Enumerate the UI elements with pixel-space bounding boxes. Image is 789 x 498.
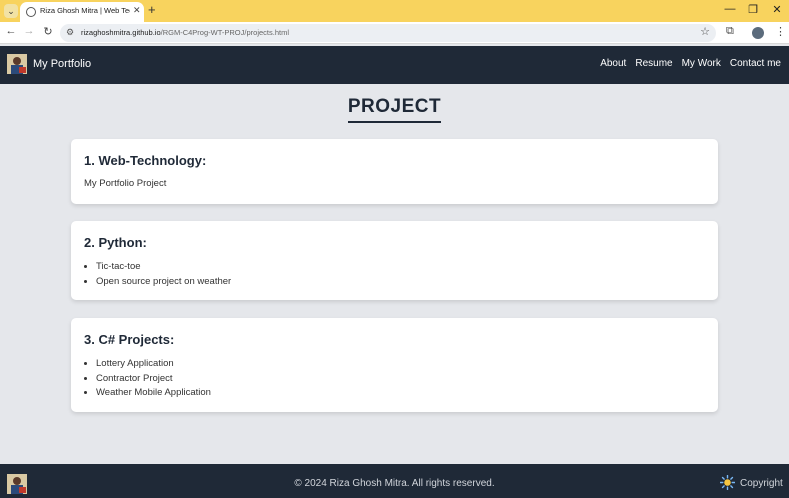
page-title: PROJECT bbox=[347, 96, 442, 123]
profile-avatar-icon[interactable] bbox=[752, 27, 764, 39]
reload-icon[interactable]: ↻ bbox=[41, 25, 55, 38]
list-item: Lottery Application bbox=[96, 357, 705, 372]
site-info-icon[interactable]: ⚙ bbox=[66, 27, 74, 38]
copyright-link[interactable]: Copyright bbox=[740, 478, 783, 489]
tab-title: Riza Ghosh Mitra | Web Tech | C bbox=[40, 6, 130, 15]
minimize-icon[interactable]: — bbox=[723, 3, 737, 15]
tab-close-icon[interactable]: ✕ bbox=[133, 5, 141, 16]
brand-title[interactable]: My Portfolio bbox=[33, 58, 91, 70]
footer-copyright-text: © 2024 Riza Ghosh Mitra. All rights rese… bbox=[294, 478, 495, 489]
list-item: Contractor Project bbox=[96, 372, 705, 387]
nav-my-work[interactable]: My Work bbox=[682, 58, 721, 69]
back-icon[interactable]: ← bbox=[4, 25, 18, 37]
card-heading: 2. Python: bbox=[84, 235, 147, 250]
globe-icon bbox=[26, 7, 36, 17]
browser-tab-bar: ⌄ Riza Ghosh Mitra | Web Tech | C ✕ + — … bbox=[0, 0, 789, 22]
page-title-wrap: PROJECT bbox=[0, 96, 789, 123]
url-field[interactable]: ⚙ rizaghoshmitra.github.io/RGM-C4Prog-WT… bbox=[60, 24, 716, 42]
project-card-web: 1. Web-Technology: My Portfolio Project bbox=[71, 139, 718, 204]
window-close-icon[interactable]: ✕ bbox=[770, 3, 784, 16]
nav-resume[interactable]: Resume bbox=[635, 58, 672, 69]
list-item: Open source project on weather bbox=[96, 275, 705, 290]
logo-icon[interactable] bbox=[7, 54, 27, 74]
card-heading: 3. C# Projects: bbox=[84, 332, 175, 347]
nav-links: About Resume My Work Contact me bbox=[600, 58, 781, 69]
list-item: Tic-tac-toe bbox=[96, 260, 705, 275]
card-text: My Portfolio Project bbox=[84, 178, 167, 189]
list-item: Weather Mobile Application bbox=[96, 386, 705, 401]
extensions-icon[interactable]: ⧉ bbox=[726, 25, 734, 38]
url-text: rizaghoshmitra.github.io/RGM-C4Prog-WT-P… bbox=[81, 28, 289, 37]
browser-tab[interactable]: Riza Ghosh Mitra | Web Tech | C ✕ bbox=[20, 2, 144, 22]
project-list: Lottery Application Contractor Project W… bbox=[84, 357, 705, 401]
sun-icon bbox=[720, 475, 735, 490]
project-list: Tic-tac-toe Open source project on weath… bbox=[84, 260, 705, 289]
address-bar-row: ← → ↻ ⚙ rizaghoshmitra.github.io/RGM-C4P… bbox=[0, 22, 789, 44]
restore-icon[interactable]: ❐ bbox=[746, 3, 760, 16]
project-card-csharp: 3. C# Projects: Lottery Application Cont… bbox=[71, 318, 718, 412]
nav-contact[interactable]: Contact me bbox=[730, 58, 781, 69]
browser-menu-icon[interactable]: ⋮ bbox=[775, 25, 786, 38]
card-heading: 1. Web-Technology: bbox=[84, 153, 207, 168]
new-tab-icon[interactable]: + bbox=[148, 3, 156, 17]
forward-icon[interactable]: → bbox=[22, 25, 36, 37]
nav-about[interactable]: About bbox=[600, 58, 626, 69]
bookmark-star-icon[interactable]: ☆ bbox=[700, 25, 710, 38]
project-card-python: 2. Python: Tic-tac-toe Open source proje… bbox=[71, 221, 718, 300]
tab-search-icon[interactable]: ⌄ bbox=[4, 4, 18, 18]
